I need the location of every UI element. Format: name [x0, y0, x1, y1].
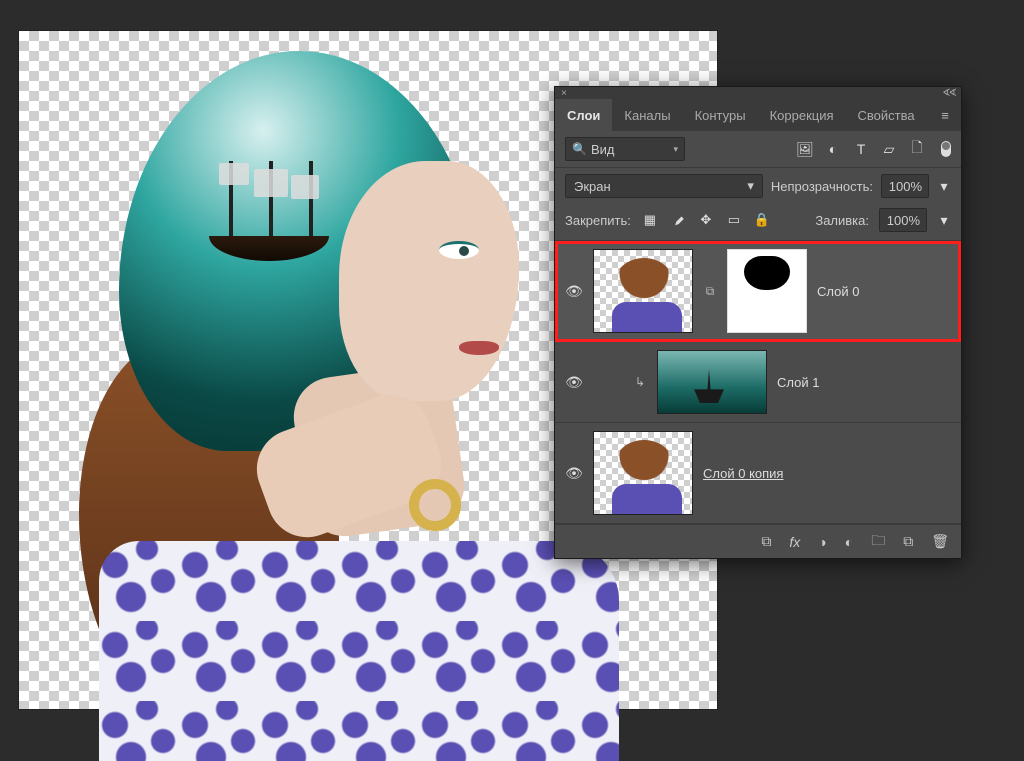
artwork-lips: [459, 341, 499, 355]
lock-transparency-icon[interactable]: ▦: [641, 211, 659, 229]
tab-adjustments[interactable]: Коррекция: [758, 99, 846, 131]
artwork-sail: [291, 175, 319, 199]
blend-mode-value: Экран: [574, 179, 611, 194]
visibility-toggle-icon[interactable]: 👁: [565, 374, 583, 391]
opacity-label: Непрозрачность:: [771, 179, 873, 194]
filter-type-icon[interactable]: T: [851, 139, 871, 159]
tab-channels[interactable]: Каналы: [612, 99, 682, 131]
panel-tabs: Слои Каналы Контуры Коррекция Свойства ≡: [555, 99, 961, 131]
layer-name[interactable]: Слой 0 копия: [703, 466, 783, 481]
new-layer-icon[interactable]: ⧉: [903, 533, 913, 550]
tab-paths[interactable]: Контуры: [683, 99, 758, 131]
link-layers-icon[interactable]: ⧉: [761, 533, 771, 550]
artwork-sail: [219, 163, 249, 185]
chevron-down-icon[interactable]: ▾: [937, 210, 951, 230]
clipping-indicator-icon: ↳: [633, 375, 647, 389]
layer-filter-select[interactable]: 🔍 Вид ▾: [565, 137, 685, 161]
panel-titlebar[interactable]: × ∢∢: [555, 87, 961, 99]
lock-row: Закрепить: ▦ ✥ ▭ 🔒 Заливка: 100% ▾: [555, 204, 961, 241]
artwork: [59, 41, 579, 711]
artwork-face: [339, 161, 519, 401]
layer-name[interactable]: Слой 0: [817, 284, 859, 299]
filter-adjust-icon[interactable]: ◐: [823, 139, 843, 159]
layer-thumbnail[interactable]: [657, 350, 767, 414]
layer-row[interactable]: 👁 ↳ Слой 1: [555, 342, 961, 423]
filter-row: 🔍 Вид ▾ 🖼 ◐ T ▱ 🗋: [555, 131, 961, 168]
layer-thumbnail[interactable]: [593, 249, 693, 333]
fill-label: Заливка:: [815, 213, 869, 228]
mask-link-icon[interactable]: ⧉: [703, 284, 717, 299]
lock-artboard-icon[interactable]: ▭: [725, 211, 743, 229]
opacity-value-text: 100%: [889, 179, 922, 194]
artwork-dress: [99, 541, 619, 761]
artwork-sail: [254, 169, 288, 197]
fill-value[interactable]: 100%: [879, 208, 927, 232]
layer-row[interactable]: 👁 ⧉ Слой 0: [555, 241, 961, 342]
lock-all-icon[interactable]: 🔒: [753, 211, 771, 229]
artwork-eye: [439, 241, 479, 259]
visibility-toggle-icon[interactable]: 👁: [565, 283, 583, 300]
blend-mode-select[interactable]: Экран ▾: [565, 174, 763, 198]
blend-row: Экран ▾ Непрозрачность: 100% ▾: [555, 168, 961, 204]
layers-list: 👁 ⧉ Слой 0 👁 ↳ Слой 1 👁 Слой 0 копия: [555, 241, 961, 524]
add-mask-icon[interactable]: ◑: [818, 534, 826, 550]
tab-properties[interactable]: Свойства: [846, 99, 927, 131]
filter-shape-icon[interactable]: ▱: [879, 139, 899, 159]
layer-mask-thumbnail[interactable]: [727, 249, 807, 333]
chevron-down-icon: ▾: [747, 178, 754, 194]
artwork-bracelet: [409, 479, 461, 531]
layer-thumbnail[interactable]: [593, 431, 693, 515]
tab-layers[interactable]: Слои: [555, 99, 612, 131]
lock-label: Закрепить:: [565, 213, 631, 228]
layer-fx-icon[interactable]: fx: [789, 534, 800, 550]
fill-value-text: 100%: [887, 213, 920, 228]
lock-position-icon[interactable]: ✥: [697, 211, 715, 229]
new-adjustment-icon[interactable]: ◐: [845, 534, 853, 550]
layer-row[interactable]: 👁 Слой 0 копия: [555, 423, 961, 524]
layer-name[interactable]: Слой 1: [777, 375, 819, 390]
layers-bottom-bar: ⧉ fx ◑ ◐ 🗀 ⧉ 🗑: [555, 524, 961, 558]
visibility-toggle-icon[interactable]: 👁: [565, 465, 583, 482]
layers-panel: × ∢∢ Слои Каналы Контуры Коррекция Свойс…: [554, 86, 962, 559]
search-icon: 🔍: [572, 142, 587, 156]
filter-smart-icon[interactable]: 🗋: [907, 139, 927, 159]
filter-toggle[interactable]: [941, 141, 951, 157]
opacity-value[interactable]: 100%: [881, 174, 929, 198]
layer-filter-label: Вид: [591, 142, 615, 157]
chevron-down-icon: ▾: [673, 144, 678, 155]
filter-pixel-icon[interactable]: 🖼: [795, 139, 815, 159]
delete-layer-icon[interactable]: 🗑: [931, 533, 949, 550]
lock-pixels-icon[interactable]: [669, 211, 687, 229]
new-group-icon[interactable]: 🗀: [871, 530, 885, 554]
chevron-down-icon[interactable]: ▾: [937, 176, 951, 196]
close-icon[interactable]: ×: [561, 88, 567, 99]
panel-menu-icon[interactable]: ≡: [935, 108, 955, 123]
collapse-icon[interactable]: ∢∢: [942, 88, 955, 99]
